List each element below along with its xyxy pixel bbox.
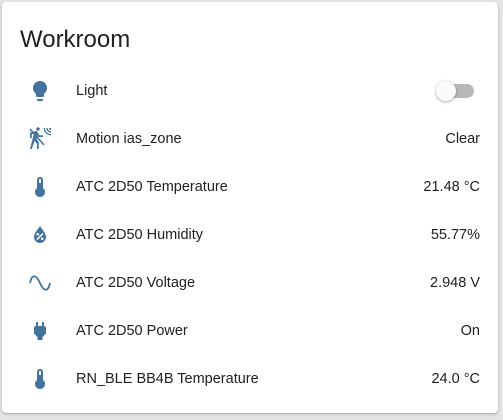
power-plug-icon[interactable] [28,319,52,343]
entity-state: Clear [445,131,480,147]
entity-name[interactable]: ATC 2D50 Temperature [76,179,228,195]
entities-card: Workroom Light Motion ias_zone Clear ATC… [2,2,498,413]
thermometer-icon[interactable] [28,367,52,391]
thermometer-icon[interactable] [28,175,52,199]
entity-state: 21.48 °C [423,179,480,195]
entity-row-motion[interactable]: Motion ias_zone Clear [2,115,498,163]
entity-row-atc-humidity[interactable]: ATC 2D50 Humidity 55.77% [2,211,498,259]
entity-state: On [460,323,480,339]
entity-name[interactable]: Light [76,83,107,99]
entity-name[interactable]: Motion ias_zone [76,131,182,147]
entity-state: 24.0 °C [431,371,480,387]
entity-name[interactable]: RN_BLE BB4B Temperature [76,371,259,387]
card-title: Workroom [20,26,131,53]
light-toggle-switch[interactable] [436,81,474,101]
entity-row-atc-temperature[interactable]: ATC 2D50 Temperature 21.48 °C [2,163,498,211]
entity-state: 55.77% [430,227,480,243]
lightbulb-icon[interactable] [28,79,52,103]
entity-row-rn-ble-temperature[interactable]: RN_BLE BB4B Temperature 24.0 °C [2,355,498,403]
entity-row-atc-voltage[interactable]: ATC 2D50 Voltage 2.948 V [2,259,498,307]
entity-state: 2.948 V [430,275,480,291]
entity-name[interactable]: ATC 2D50 Voltage [76,275,195,291]
entity-name[interactable]: ATC 2D50 Power [76,323,188,339]
entity-row-light[interactable]: Light [2,67,498,115]
entity-name[interactable]: ATC 2D50 Humidity [76,227,203,243]
toggle-thumb [436,81,456,101]
motion-sensor-icon[interactable] [28,127,52,151]
sine-wave-icon[interactable] [28,271,52,295]
entity-row-atc-power[interactable]: ATC 2D50 Power On [2,307,498,355]
water-percent-icon[interactable] [28,223,52,247]
entity-list: Light Motion ias_zone Clear ATC 2D50 Tem… [2,67,498,403]
